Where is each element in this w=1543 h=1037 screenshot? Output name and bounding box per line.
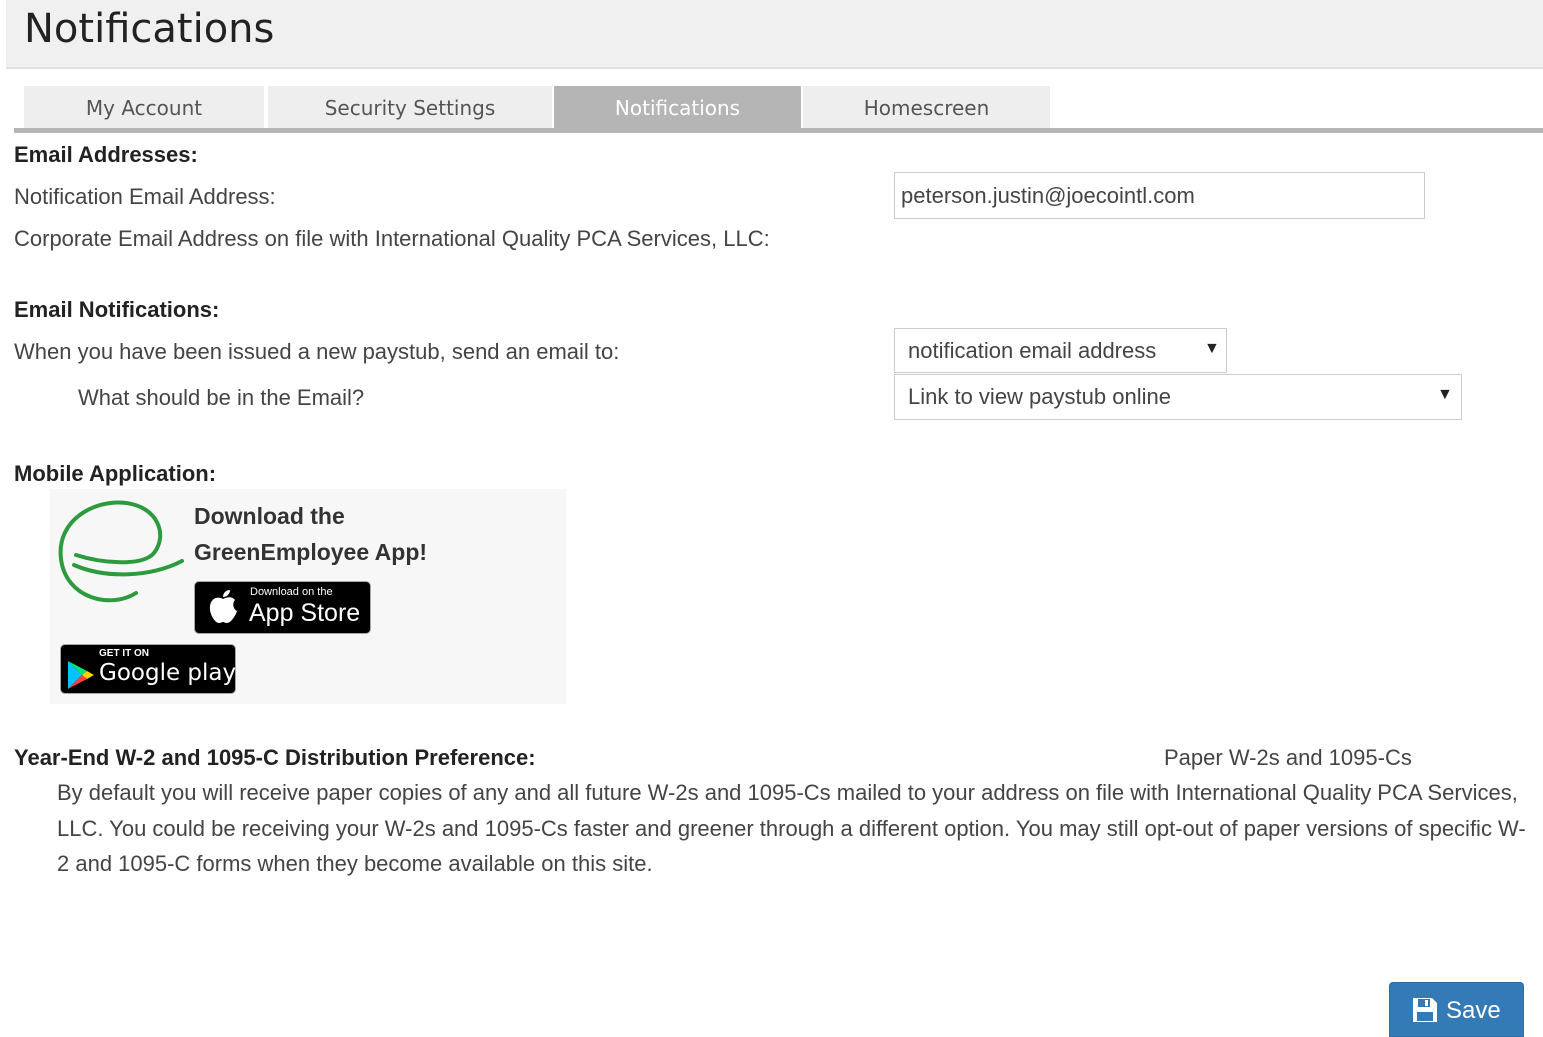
chevron-down-icon: ▼ bbox=[1204, 340, 1220, 357]
email-content-value: Link to view paystub online bbox=[908, 384, 1171, 409]
mobile-app-panel: Download the GreenEmployee App! Download… bbox=[50, 489, 566, 704]
corporate-email-label: Corporate Email Address on file with Int… bbox=[14, 226, 770, 251]
year-end-heading: Year-End W-2 and 1095-C Distribution Pre… bbox=[14, 745, 536, 770]
tab-security-settings[interactable]: Security Settings bbox=[268, 86, 552, 128]
floppy-disk-icon bbox=[1413, 998, 1437, 1022]
year-end-description: By default you will receive paper copies… bbox=[57, 780, 1526, 876]
google-play-icon bbox=[68, 661, 94, 689]
year-end-preference-value: Paper W-2s and 1095-Cs bbox=[1164, 745, 1412, 770]
email-notifications-heading: Email Notifications: bbox=[14, 297, 220, 322]
paystub-recipient-select[interactable]: notification email address ▼ bbox=[894, 328, 1227, 373]
app-store-big-text: App Store bbox=[249, 599, 361, 627]
google-play-badge[interactable]: GET IT ON Google play bbox=[60, 644, 236, 694]
download-app-line1: Download the bbox=[194, 503, 345, 529]
tab-divider bbox=[14, 128, 1543, 133]
green-employee-logo-icon bbox=[58, 500, 184, 603]
page-header: Notifications bbox=[6, 0, 1543, 69]
tab-my-account[interactable]: My Account bbox=[24, 86, 264, 128]
notification-email-input[interactable] bbox=[894, 172, 1425, 219]
apple-icon bbox=[209, 590, 237, 623]
mobile-application-heading: Mobile Application: bbox=[14, 461, 217, 486]
google-play-big-text: Google play bbox=[99, 660, 237, 686]
save-button-label: Save bbox=[1446, 997, 1501, 1024]
paystub-email-label: When you have been issued a new paystub,… bbox=[14, 339, 620, 364]
save-button[interactable]: Save bbox=[1389, 982, 1524, 1037]
app-store-small-text: Download on the bbox=[250, 586, 333, 598]
google-play-small-text: GET IT ON bbox=[99, 648, 149, 659]
paystub-recipient-value: notification email address bbox=[908, 338, 1157, 363]
page-title: Notifications bbox=[24, 6, 275, 52]
email-addresses-heading: Email Addresses: bbox=[14, 142, 198, 167]
chevron-down-icon: ▼ bbox=[1437, 386, 1453, 403]
email-content-select[interactable]: Link to view paystub online ▼ bbox=[894, 374, 1462, 420]
download-app-line2: GreenEmployee App! bbox=[194, 539, 428, 565]
email-content-label: What should be in the Email? bbox=[78, 385, 365, 410]
tab-homescreen[interactable]: Homescreen bbox=[803, 86, 1050, 128]
app-store-badge[interactable]: Download on the App Store bbox=[194, 581, 371, 634]
notification-email-label: Notification Email Address: bbox=[14, 184, 276, 209]
tab-notifications[interactable]: Notifications bbox=[554, 86, 801, 128]
